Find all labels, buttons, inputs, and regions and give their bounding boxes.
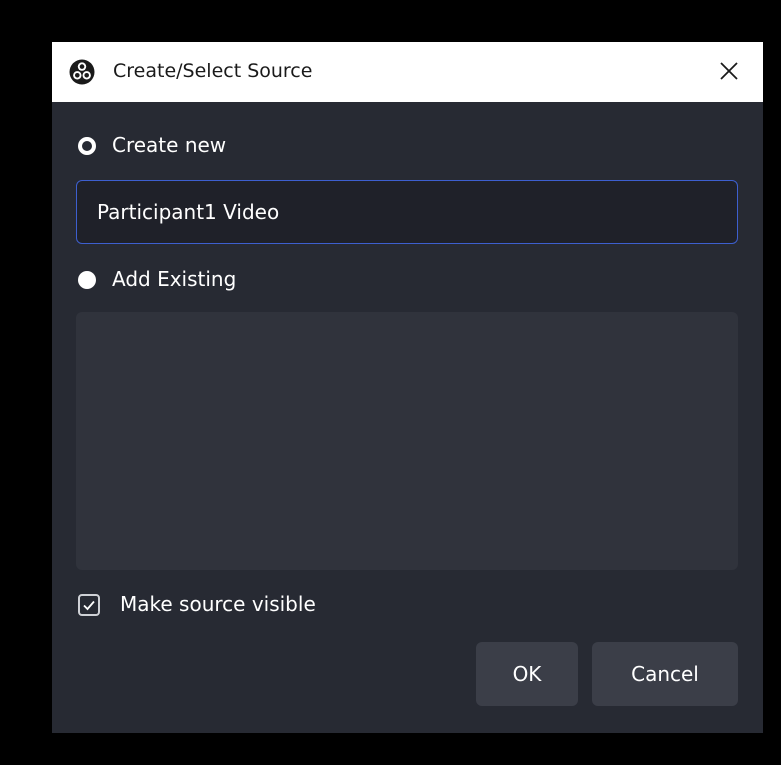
obs-logo-icon: [69, 59, 95, 85]
create-new-radio[interactable]: [78, 137, 96, 155]
ok-button[interactable]: OK: [476, 642, 578, 706]
add-existing-label[interactable]: Add Existing: [112, 267, 236, 291]
screen-backdrop: Create/Select Source Create new Add Exis…: [0, 0, 781, 765]
title-bar: Create/Select Source: [52, 42, 763, 102]
close-icon[interactable]: [716, 58, 742, 84]
make-visible-checkbox[interactable]: [78, 594, 100, 616]
create-select-source-dialog: Create/Select Source Create new Add Exis…: [52, 42, 763, 733]
add-existing-radio[interactable]: [78, 271, 96, 289]
dialog-title: Create/Select Source: [113, 60, 313, 82]
make-visible-label[interactable]: Make source visible: [120, 592, 316, 616]
cancel-button[interactable]: Cancel: [592, 642, 738, 706]
source-name-input[interactable]: [76, 180, 738, 244]
checkmark-icon: [83, 600, 95, 611]
create-new-label[interactable]: Create new: [112, 133, 226, 157]
existing-sources-list[interactable]: [76, 312, 738, 570]
